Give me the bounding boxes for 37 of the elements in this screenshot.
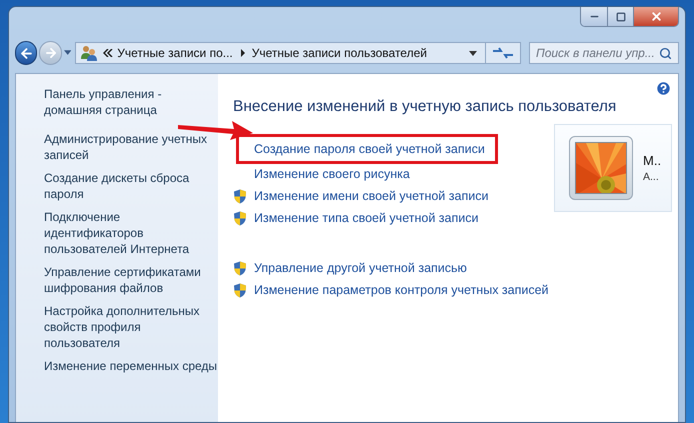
task-link[interactable]: Изменение типа своей учетной записи (254, 210, 478, 226)
task-link[interactable]: Изменение имени своей учетной записи (254, 188, 488, 204)
task-link[interactable]: Создание пароля своей учетной записи (254, 141, 485, 158)
sidebar-link[interactable]: Подключение идентификаторов пользователей Интернета (44, 209, 218, 257)
account-type: А... (643, 170, 660, 186)
account-name: М.. (643, 152, 662, 170)
task-link[interactable]: Изменение параметров контроля учетных записей (254, 282, 549, 298)
back-button[interactable] (15, 41, 38, 65)
sidebar-link[interactable]: Панель управления - домашняя страница (44, 86, 218, 118)
close-icon (650, 10, 662, 23)
double-chevron-icon (103, 49, 114, 57)
address-bar[interactable]: Учетные записи по... Учетные записи пользователей (75, 42, 521, 64)
sidebar-link[interactable]: Настройка дополнительных свойств профиля пользователя (44, 303, 218, 351)
close-button[interactable] (634, 7, 678, 26)
users-icon (80, 45, 98, 61)
shield-icon (233, 260, 247, 276)
page-title: Внесение изменений в учетную запись пользователя (233, 97, 618, 117)
caret-icon[interactable] (64, 50, 72, 56)
help-icon[interactable] (655, 80, 672, 97)
shield-icon (233, 188, 247, 204)
shield-icon (233, 210, 247, 226)
maximize-icon (616, 12, 626, 22)
breadcrumb-item[interactable]: Учетные записи по... (117, 44, 233, 62)
breadcrumb-item[interactable]: Учетные записи пользователей (252, 44, 427, 62)
maximize-button[interactable] (608, 7, 634, 26)
search-icon (659, 46, 672, 60)
caret-icon[interactable] (469, 50, 477, 56)
task-link[interactable]: Управление другой учетной записью (254, 260, 467, 276)
search-field[interactable]: Поиск в панели упр... (529, 42, 679, 64)
sidebar-link[interactable]: Создание дискеты сброса пароля (44, 170, 218, 202)
sidebar-link[interactable]: Управление сертификатами шифрования файлов (44, 264, 218, 296)
forward-arrow-icon (44, 46, 58, 60)
task-link[interactable]: Изменение своего рисунка (254, 166, 410, 182)
sidebar-link[interactable]: Изменение переменных среды (44, 358, 218, 374)
minimize-button[interactable] (581, 7, 608, 26)
shield-icon (233, 282, 247, 298)
sidebar-link[interactable]: Администрирование учетных записей (44, 131, 218, 163)
